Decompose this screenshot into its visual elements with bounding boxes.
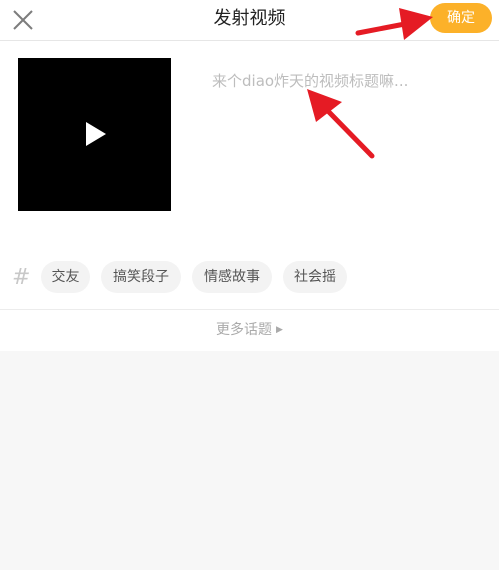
topic-tag[interactable]: 交友 [41,261,90,293]
more-topics-link[interactable]: 更多话题 ▶ [0,319,499,341]
video-title-input[interactable] [212,69,482,93]
post-form: # 交友 搞笑段子 情感故事 社会摇 更多话题▶ [0,41,499,351]
hash-icon: # [12,265,31,290]
caret-right-icon: ▶ [276,325,283,335]
topic-tag[interactable]: 搞笑段子 [101,261,181,293]
top-bar: 发射视频 确定 [0,0,499,41]
topic-tag[interactable]: 情感故事 [192,261,272,293]
more-topics-label: 更多话题 [216,322,273,338]
close-icon [13,10,33,30]
video-thumbnail[interactable] [18,58,171,211]
page-title: 发射视频 [213,8,286,29]
play-icon [86,122,106,146]
topic-tags: # 交友 搞笑段子 情感故事 社会摇 [0,261,499,295]
divider [0,309,499,310]
topic-tag[interactable]: 社会摇 [283,261,347,293]
confirm-button[interactable]: 确定 [430,3,492,33]
close-button[interactable] [10,7,36,33]
